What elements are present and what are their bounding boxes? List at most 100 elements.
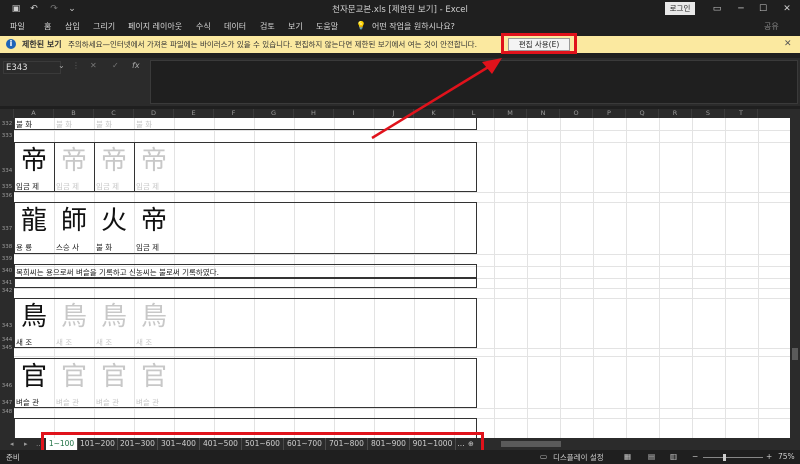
hanja-trace-char: 鳥 xyxy=(100,302,127,332)
tab-help[interactable]: 도움말 xyxy=(316,21,338,32)
hanja-char: 官 xyxy=(20,362,47,392)
char-meaning-label: 벼슬 관 xyxy=(16,398,40,407)
column-header[interactable]: I xyxy=(334,109,374,118)
tell-me-search[interactable]: 어떤 작업을 원하시나요? xyxy=(372,21,455,32)
close-icon[interactable]: ✕ xyxy=(780,2,794,16)
normal-view-icon[interactable]: ▦ xyxy=(624,452,631,461)
char-meaning-label: 불 화 xyxy=(56,120,73,129)
tab-insert[interactable]: 삽입 xyxy=(65,21,80,32)
column-header[interactable]: Q xyxy=(626,109,659,118)
tab-view[interactable]: 보기 xyxy=(288,21,303,32)
hanja-trace-char: 官 xyxy=(60,362,87,392)
page-break-view-icon[interactable]: ▥ xyxy=(670,452,677,461)
column-header[interactable]: E xyxy=(174,109,214,118)
column-header[interactable]: M xyxy=(494,109,527,118)
cancel-icon[interactable]: ✕ xyxy=(90,61,97,70)
hanja-char: 鳥 xyxy=(20,302,47,332)
char-meaning-label: 새 조 xyxy=(136,338,153,347)
column-header[interactable]: J xyxy=(374,109,414,118)
column-headers: A B C D E F G H I J K L M N O P Q R S T xyxy=(0,109,800,118)
protected-view-text: 주의하세요—인터넷에서 가져온 파일에는 바이러스가 있을 수 있습니다. 편집… xyxy=(68,40,477,49)
zoom-level[interactable]: 75% xyxy=(778,452,795,461)
tab-home[interactable]: 홈 xyxy=(44,21,51,32)
row-header[interactable]: 347 xyxy=(0,400,14,406)
zoom-out-icon[interactable]: − xyxy=(692,452,698,461)
column-header[interactable]: N xyxy=(527,109,560,118)
vertical-scrollbar[interactable] xyxy=(790,118,800,438)
column-header[interactable]: L xyxy=(454,109,494,118)
column-header[interactable]: K xyxy=(414,109,454,118)
row-header[interactable]: 338 xyxy=(0,244,14,250)
tab-scroll-left-icon[interactable]: ◂ xyxy=(10,438,14,450)
horizontal-scrollbar[interactable] xyxy=(495,439,790,449)
row-header[interactable]: 337 xyxy=(0,226,14,232)
insert-function-icon[interactable]: fx xyxy=(132,61,140,70)
column-header[interactable]: S xyxy=(692,109,725,118)
column-header[interactable]: T xyxy=(725,109,758,118)
column-header[interactable]: P xyxy=(593,109,626,118)
row-header[interactable]: 345 xyxy=(0,345,14,351)
row-headers: 332 333 334 335 336 337 338 339 340 341 … xyxy=(0,118,14,438)
hanja-trace-char: 帝 xyxy=(140,146,167,176)
login-button[interactable]: 로그인 xyxy=(665,2,695,15)
row-header[interactable]: 348 xyxy=(0,409,14,415)
row-header[interactable]: 336 xyxy=(0,193,14,199)
row-header[interactable]: 342 xyxy=(0,288,14,294)
column-header[interactable]: C xyxy=(94,109,134,118)
hanja-trace-char: 鳥 xyxy=(60,302,87,332)
zoom-slider[interactable] xyxy=(703,457,763,458)
share-button[interactable]: 공유 xyxy=(764,21,779,32)
worksheet-grid[interactable]: 불 화 불 화 불 화 불 화 帝 帝 帝 帝 임금 제 임금 제 임금 제 임… xyxy=(14,118,790,438)
vertical-scroll-thumb[interactable] xyxy=(792,348,798,360)
name-box-dropdown-icon[interactable]: ⌄ xyxy=(58,61,65,70)
char-meaning-label: 새 조 xyxy=(56,338,73,347)
horizontal-scroll-thumb[interactable] xyxy=(501,441,561,447)
hanja-char: 師 xyxy=(60,206,87,236)
row-header[interactable]: 340 xyxy=(0,268,14,274)
display-settings-button[interactable]: 디스플레이 설정 xyxy=(553,452,604,463)
row-header[interactable]: 339 xyxy=(0,256,14,262)
column-header[interactable]: B xyxy=(54,109,94,118)
minimize-icon[interactable]: ─ xyxy=(734,2,748,16)
select-all-corner[interactable] xyxy=(0,109,14,118)
row-header[interactable]: 332 xyxy=(0,121,14,127)
zoom-in-icon[interactable]: + xyxy=(766,452,772,461)
display-settings-icon[interactable]: ▭ xyxy=(540,452,547,461)
tab-review[interactable]: 검토 xyxy=(260,21,275,32)
tab-draw[interactable]: 그리기 xyxy=(93,21,115,32)
ribbon-tabs: 파일 홈 삽입 그리기 페이지 레이아웃 수식 데이터 검토 보기 도움말 💡 … xyxy=(0,18,800,36)
maximize-icon[interactable]: ☐ xyxy=(756,2,770,16)
zoom-slider-knob[interactable] xyxy=(723,454,726,461)
column-header[interactable]: F xyxy=(214,109,254,118)
row-header[interactable]: 333 xyxy=(0,133,14,139)
column-header[interactable]: G xyxy=(254,109,294,118)
row-header[interactable]: 344 xyxy=(0,337,14,343)
status-ready: 준비 xyxy=(6,453,20,462)
ribbon-display-icon[interactable]: ▭ xyxy=(710,2,724,16)
row-header[interactable]: 343 xyxy=(0,323,14,329)
column-header[interactable]: D xyxy=(134,109,174,118)
column-header[interactable]: O xyxy=(560,109,593,118)
enter-icon[interactable]: ✓ xyxy=(112,61,119,70)
name-box[interactable]: E343 xyxy=(3,61,61,74)
hanja-char: 火 xyxy=(100,206,127,236)
page-layout-view-icon[interactable]: ▤ xyxy=(648,452,655,461)
hanja-char: 帝 xyxy=(20,146,47,176)
row-header[interactable]: 346 xyxy=(0,383,14,389)
column-header[interactable]: A xyxy=(14,109,54,118)
hanja-char: 帝 xyxy=(140,206,167,236)
tab-page-layout[interactable]: 페이지 레이아웃 xyxy=(128,21,182,32)
formula-input[interactable] xyxy=(150,60,798,104)
row-header[interactable]: 341 xyxy=(0,280,14,286)
close-message-icon[interactable]: ✕ xyxy=(784,39,792,49)
status-bar: 준비 ▭ 디스플레이 설정 ▦ ▤ ▥ − + 75% xyxy=(0,450,800,464)
row-header[interactable]: 335 xyxy=(0,184,14,190)
tab-scroll-right-icon[interactable]: ▸ xyxy=(24,438,28,450)
column-header[interactable]: H xyxy=(294,109,334,118)
tab-file[interactable]: 파일 xyxy=(10,21,25,32)
tab-formulas[interactable]: 수식 xyxy=(196,21,211,32)
row-header[interactable]: 334 xyxy=(0,168,14,174)
column-header[interactable]: R xyxy=(659,109,692,118)
tab-data[interactable]: 데이터 xyxy=(224,21,246,32)
char-meaning-label: 임금 제 xyxy=(16,182,40,191)
